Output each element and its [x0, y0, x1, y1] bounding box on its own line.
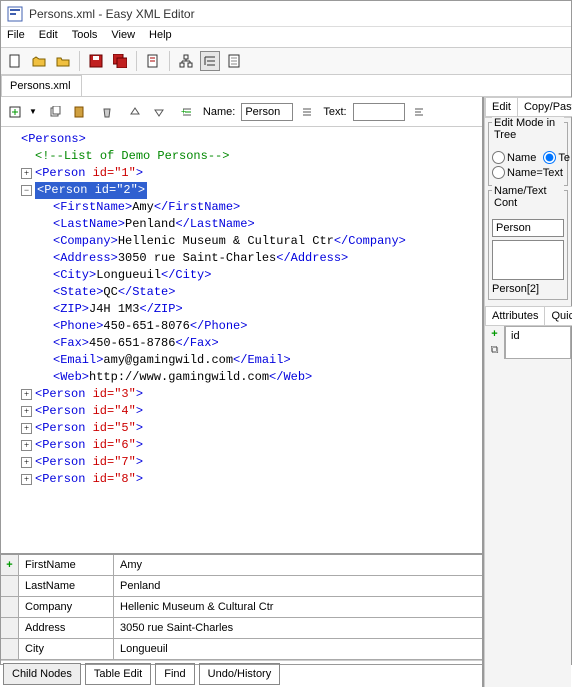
tab-quick[interactable]: Quick	[545, 306, 572, 326]
tab-child-nodes[interactable]: Child Nodes	[3, 663, 81, 685]
node-path: Person[2]	[492, 283, 564, 295]
text-input[interactable]	[353, 103, 405, 121]
move-up-icon[interactable]	[125, 102, 145, 122]
expand-icon[interactable]: +	[21, 457, 32, 468]
add-row-icon[interactable]: +	[1, 555, 19, 575]
tree-child[interactable]: <State>QC</State>	[7, 284, 476, 301]
tree-toolbar: ▼ + Name: Text:	[1, 97, 482, 127]
tree-person[interactable]: +<Person id="1">	[7, 165, 476, 182]
menu-view[interactable]: View	[111, 29, 135, 45]
tab-find[interactable]: Find	[155, 663, 194, 685]
new-file-icon[interactable]	[5, 51, 25, 71]
collapse-icon[interactable]: −	[21, 185, 32, 196]
copy-icon[interactable]	[45, 102, 65, 122]
text-label: Text:	[323, 106, 346, 118]
menu-help[interactable]: Help	[149, 29, 172, 45]
tree-person[interactable]: +<Person id="4">	[7, 403, 476, 420]
text-view-icon[interactable]	[224, 51, 244, 71]
tree-child[interactable]: <Web>http://www.gamingwild.com</Web>	[7, 369, 476, 386]
tree-person[interactable]: +<Person id="8">	[7, 471, 476, 488]
align-icon[interactable]	[409, 102, 429, 122]
titlebar: Persons.xml - Easy XML Editor	[1, 1, 571, 27]
menubar: File Edit Tools View Help	[1, 27, 571, 47]
tree-child[interactable]: <ZIP>J4H 1M3</ZIP>	[7, 301, 476, 318]
tree-child[interactable]: <Email>amy@gamingwild.com</Email>	[7, 352, 476, 369]
list-icon[interactable]	[297, 102, 317, 122]
grid-row[interactable]: Address3050 rue Saint-Charles	[1, 618, 482, 639]
tree-child[interactable]: <City>Longueuil</City>	[7, 267, 476, 284]
move-down-icon[interactable]	[149, 102, 169, 122]
radio-name[interactable]	[492, 151, 505, 164]
edit-mode-fieldset: Edit Mode in Tree Name Te Name=Text	[488, 122, 568, 186]
child-nodes-grid: +FirstNameAmy LastNamePenland CompanyHel…	[1, 553, 482, 660]
grid-row[interactable]: CityLongueuil	[1, 639, 482, 660]
add-node-icon[interactable]	[5, 102, 25, 122]
tab-table-edit[interactable]: Table Edit	[85, 663, 151, 685]
radio-name-text[interactable]	[492, 166, 505, 179]
node-text-box[interactable]	[492, 240, 564, 280]
tree-person-selected[interactable]: −<Person id="2">	[7, 182, 476, 199]
attributes-grid: + ⧉ id	[485, 326, 571, 359]
tab-undo-history[interactable]: Undo/History	[199, 663, 281, 685]
expand-icon[interactable]: +	[21, 168, 32, 179]
menu-file[interactable]: File	[7, 29, 25, 45]
expand-icon[interactable]: +	[21, 406, 32, 417]
tree-person[interactable]: +<Person id="7">	[7, 454, 476, 471]
tree-child[interactable]: <Company>Hellenic Museum & Cultural Ctr<…	[7, 233, 476, 250]
expand-icon[interactable]: +	[21, 389, 32, 400]
structure-icon[interactable]	[176, 51, 196, 71]
grid-row[interactable]: LastNamePenland	[1, 576, 482, 597]
svg-text:+: +	[181, 107, 186, 116]
tree-person[interactable]: +<Person id="6">	[7, 437, 476, 454]
tree-child[interactable]: <Fax>450-651-8786</Fax>	[7, 335, 476, 352]
delete-icon[interactable]	[97, 102, 117, 122]
name-text-fieldset: Name/Text Cont Person[2]	[488, 190, 568, 300]
expand-icon[interactable]: +	[21, 423, 32, 434]
grid-row[interactable]: +FirstNameAmy	[1, 555, 482, 576]
tree-child[interactable]: <Phone>450-651-8076</Phone>	[7, 318, 476, 335]
tab-copy-paste[interactable]: Copy/Paste	[518, 97, 572, 117]
tree-child[interactable]: <FirstName>Amy</FirstName>	[7, 199, 476, 216]
copy-attr-icon[interactable]: ⧉	[485, 342, 505, 359]
tree-view-icon[interactable]	[200, 51, 220, 71]
file-tab-persons[interactable]: Persons.xml	[1, 75, 82, 96]
menu-tools[interactable]: Tools	[72, 29, 98, 45]
attr-name-cell[interactable]: id	[505, 326, 571, 359]
radio-text[interactable]	[543, 151, 556, 164]
expand-icon[interactable]: +	[21, 440, 32, 451]
app-logo-icon	[7, 6, 23, 22]
node-name-input[interactable]	[492, 219, 564, 237]
tab-edit[interactable]: Edit	[485, 97, 518, 117]
name-input[interactable]	[241, 103, 293, 121]
open-file-icon[interactable]	[29, 51, 49, 71]
doc-icon[interactable]	[143, 51, 163, 71]
main-toolbar	[1, 47, 571, 75]
name-label: Name:	[203, 106, 235, 118]
tree-child[interactable]: <LastName>Penland</LastName>	[7, 216, 476, 233]
add-attr-icon[interactable]: +	[485, 326, 505, 342]
edit-mode-legend: Edit Mode in Tree	[492, 117, 564, 141]
tree-comment[interactable]: <!--List of Demo Persons-->	[7, 148, 476, 165]
tree-root[interactable]: <Persons>	[7, 131, 476, 148]
open-folder-icon[interactable]	[53, 51, 73, 71]
paste-icon[interactable]	[69, 102, 89, 122]
bottom-tabs: Child Nodes Table Edit Find Undo/History	[1, 660, 482, 687]
insert-icon[interactable]: +	[177, 102, 197, 122]
window-title: Persons.xml - Easy XML Editor	[29, 7, 195, 21]
tree-person[interactable]: +<Person id="5">	[7, 420, 476, 437]
xml-tree[interactable]: <Persons> <!--List of Demo Persons--> +<…	[1, 127, 482, 553]
file-tabs: Persons.xml	[1, 75, 571, 97]
save-icon[interactable]	[86, 51, 106, 71]
grid-row[interactable]: CompanyHellenic Museum & Cultural Ctr	[1, 597, 482, 618]
name-text-legend: Name/Text Cont	[492, 185, 564, 209]
save-all-icon[interactable]	[110, 51, 130, 71]
expand-icon[interactable]: +	[21, 474, 32, 485]
right-pane: Edit Copy/Paste Edit Mode in Tree Name T…	[484, 97, 571, 687]
menu-edit[interactable]: Edit	[39, 29, 58, 45]
tree-child[interactable]: <Address>3050 rue Saint-Charles</Address…	[7, 250, 476, 267]
tree-person[interactable]: +<Person id="3">	[7, 386, 476, 403]
tab-attributes[interactable]: Attributes	[485, 306, 545, 326]
